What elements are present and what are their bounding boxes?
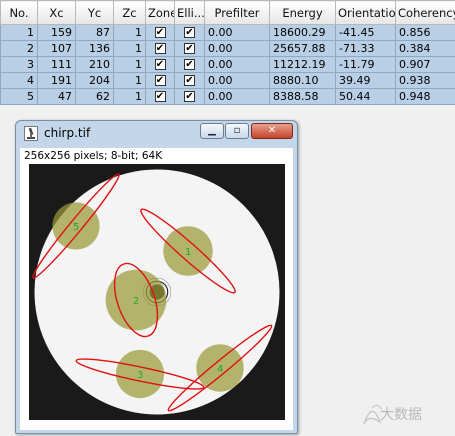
window-titlebar[interactable]: chirp.tif ▁ ▫ ✕ xyxy=(16,121,297,147)
cell-orientation: 39.49 xyxy=(335,72,396,89)
col-header-yc[interactable]: Yc xyxy=(75,0,114,25)
checkbox[interactable]: ✔ xyxy=(184,27,195,38)
cell-yc: 136 xyxy=(75,40,114,57)
cell-orientation: -41.45 xyxy=(335,24,396,41)
table-row[interactable]: 4 191 204 1 ✔ ✔ 0.00 8880.10 39.49 0.938 xyxy=(0,72,455,89)
table-row[interactable]: 2 107 136 1 ✔ ✔ 0.00 25657.88 -71.33 0.384 xyxy=(0,40,455,57)
cell-zc: 1 xyxy=(113,88,146,105)
checkbox[interactable]: ✔ xyxy=(154,59,166,70)
checkbox[interactable]: ✔ xyxy=(154,91,166,102)
image-info-label: 256x256 pixels; 8-bit; 64K xyxy=(24,150,163,162)
cell-yc: 210 xyxy=(75,56,114,73)
cell-zone-checkbox[interactable]: ✔ xyxy=(145,40,175,57)
roi-label: 3 xyxy=(137,370,143,381)
cell-zc: 1 xyxy=(113,40,146,57)
cell-ellipse-checkbox[interactable]: ✔ xyxy=(174,72,205,89)
cell-coherency: 0.907 xyxy=(395,56,455,73)
cell-prefilter: 0.00 xyxy=(204,56,270,73)
minimize-button[interactable]: ▁ xyxy=(200,123,224,139)
window-client-area: 256x256 pixels; 8-bit; 64K 1 2 3 4 5 xyxy=(20,148,293,430)
cell-ellipse-checkbox[interactable]: ✔ xyxy=(174,88,205,105)
cell-xc: 191 xyxy=(37,72,76,89)
cell-no: 2 xyxy=(0,40,38,57)
cell-no: 3 xyxy=(0,56,38,73)
cell-ellipse-checkbox[interactable]: ✔ xyxy=(174,56,205,73)
cell-xc: 107 xyxy=(37,40,76,57)
cell-no: 5 xyxy=(0,88,38,105)
cell-prefilter: 0.00 xyxy=(204,40,270,57)
cell-orientation: -11.79 xyxy=(335,56,396,73)
cell-zone-checkbox[interactable]: ✔ xyxy=(145,56,175,73)
results-table: No. Xc Yc Zc Zone Elli... Prefilter Ener… xyxy=(0,0,455,105)
cell-ellipse-checkbox[interactable]: ✔ xyxy=(174,24,205,41)
table-header-row: No. Xc Yc Zc Zone Elli... Prefilter Ener… xyxy=(0,0,455,25)
window-title: chirp.tif xyxy=(44,126,91,140)
cell-coherency: 0.938 xyxy=(395,72,455,89)
cell-prefilter: 0.00 xyxy=(204,24,270,41)
cell-zone-checkbox[interactable]: ✔ xyxy=(145,72,175,89)
checkbox[interactable]: ✔ xyxy=(154,27,166,38)
cell-energy: 11212.19 xyxy=(269,56,336,73)
col-header-zone[interactable]: Zone xyxy=(145,0,175,25)
cell-yc: 62 xyxy=(75,88,114,105)
col-header-prefilter[interactable]: Prefilter xyxy=(204,0,270,25)
col-header-coherency[interactable]: Coherency xyxy=(395,0,455,25)
checkbox[interactable]: ✔ xyxy=(154,43,166,54)
cell-no: 4 xyxy=(0,72,38,89)
cell-zone-checkbox[interactable]: ✔ xyxy=(145,88,175,105)
checkbox[interactable]: ✔ xyxy=(184,91,195,102)
cell-xc: 159 xyxy=(37,24,76,41)
roi-label: 1 xyxy=(185,247,191,258)
col-header-ellipse[interactable]: Elli... xyxy=(174,0,205,25)
col-header-xc[interactable]: Xc xyxy=(37,0,76,25)
maximize-button[interactable]: ▫ xyxy=(225,123,249,139)
image-window[interactable]: chirp.tif ▁ ▫ ✕ 256x256 pixels; 8-bit; 6… xyxy=(15,120,298,434)
roi-label: 2 xyxy=(133,296,139,307)
cell-energy: 8388.58 xyxy=(269,88,336,105)
table-body: 1 159 87 1 ✔ ✔ 0.00 18600.29 -41.45 0.856 2 107 136 1… xyxy=(0,24,455,105)
cell-prefilter: 0.00 xyxy=(204,72,270,89)
cell-orientation: 50.44 xyxy=(335,88,396,105)
cell-energy: 8880.10 xyxy=(269,72,336,89)
table-row[interactable]: 5 47 62 1 ✔ ✔ 0.00 8388.58 50.44 0.948 xyxy=(0,88,455,105)
cell-zc: 1 xyxy=(113,56,146,73)
col-header-zc[interactable]: Zc xyxy=(113,0,146,25)
cell-yc: 204 xyxy=(75,72,114,89)
cell-xc: 47 xyxy=(37,88,76,105)
cell-zc: 1 xyxy=(113,24,146,41)
checkbox[interactable]: ✔ xyxy=(184,43,195,54)
cell-orientation: -71.33 xyxy=(335,40,396,57)
cell-prefilter: 0.00 xyxy=(204,88,270,105)
checkbox[interactable]: ✔ xyxy=(184,59,195,70)
checkbox[interactable]: ✔ xyxy=(154,75,166,86)
cell-energy: 25657.88 xyxy=(269,40,336,57)
table-row[interactable]: 3 111 210 1 ✔ ✔ 0.00 11212.19 -11.79 0.907 xyxy=(0,56,455,73)
cell-coherency: 0.856 xyxy=(395,24,455,41)
roi-label: 4 xyxy=(217,364,223,375)
col-header-no[interactable]: No. xyxy=(0,0,38,25)
screen: No. Xc Yc Zc Zone Elli... Prefilter Ener… xyxy=(0,0,455,436)
col-header-orientation[interactable]: Orientation xyxy=(335,0,396,25)
cell-coherency: 0.948 xyxy=(395,88,455,105)
cell-xc: 111 xyxy=(37,56,76,73)
cell-zone-checkbox[interactable]: ✔ xyxy=(145,24,175,41)
col-header-energy[interactable]: Energy xyxy=(269,0,336,25)
watermark-text: 大数据 xyxy=(380,407,422,423)
chirp-image-canvas[interactable]: 1 2 3 4 5 xyxy=(29,164,285,420)
cell-ellipse-checkbox[interactable]: ✔ xyxy=(174,40,205,57)
checkbox[interactable]: ✔ xyxy=(184,75,195,86)
cell-yc: 87 xyxy=(75,24,114,41)
table-row[interactable]: 1 159 87 1 ✔ ✔ 0.00 18600.29 -41.45 0.856 xyxy=(0,24,455,41)
cell-energy: 18600.29 xyxy=(269,24,336,41)
roi-label: 5 xyxy=(73,222,79,233)
close-button[interactable]: ✕ xyxy=(251,123,293,139)
cell-no: 1 xyxy=(0,24,38,41)
cell-coherency: 0.384 xyxy=(395,40,455,57)
imagej-microscope-icon[interactable] xyxy=(24,126,38,141)
cell-zc: 1 xyxy=(113,72,146,89)
